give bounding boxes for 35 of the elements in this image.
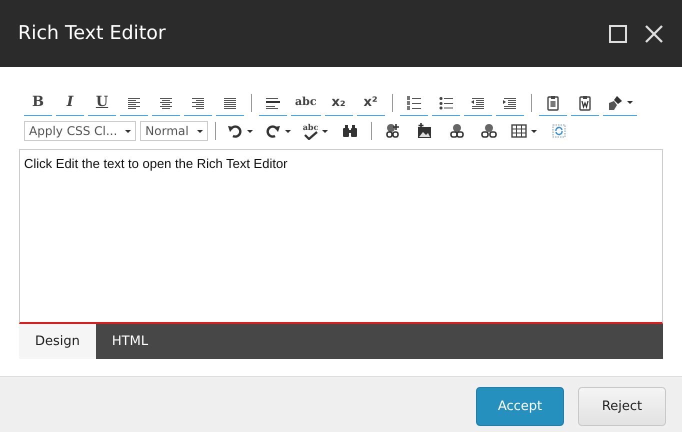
unlink-icon [481, 123, 498, 139]
check-icon [304, 130, 318, 140]
caret-icon [196, 130, 203, 132]
clipboard-w-icon [576, 94, 593, 110]
bullet-list-icon [438, 94, 454, 110]
bold-button[interactable]: B [24, 90, 52, 116]
paint-brush-icon [606, 94, 623, 110]
link-icon [449, 123, 466, 139]
window-title: Rich Text Editor [18, 22, 166, 45]
undo-icon [226, 123, 243, 139]
redo-icon [264, 123, 281, 139]
caret-icon [125, 130, 132, 132]
clipboard-icon [544, 94, 561, 110]
strikethrough-button[interactable]: abc [291, 90, 321, 116]
close-icon [644, 24, 664, 44]
dropdown[interactable]: Normal [140, 121, 208, 141]
close-button[interactable] [644, 24, 664, 44]
link-plus-icon [385, 123, 402, 139]
spellcheck-button[interactable]: abc [298, 119, 332, 143]
underline-button[interactable]: U [88, 90, 116, 116]
maximize-button[interactable] [608, 24, 628, 44]
maximize-icon [608, 24, 628, 44]
image-icon [417, 123, 434, 139]
reject-button[interactable]: Reject [578, 387, 666, 426]
select-all-icon [551, 123, 568, 139]
superscript-button[interactable]: x² [356, 90, 385, 116]
italic-button[interactable]: I [56, 90, 84, 116]
binoculars-icon [342, 123, 358, 139]
accept-button[interactable]: Accept [476, 387, 564, 426]
dropdown[interactable]: Apply CSS Cl... [24, 121, 136, 141]
table-icon [511, 123, 528, 139]
subscript-button[interactable]: x₂ [324, 90, 353, 116]
mode-tab[interactable]: Design [19, 324, 96, 359]
editor-text: Click Edit the text to open the Rich Text Editor [24, 156, 288, 171]
numbered-list-icon [406, 94, 422, 110]
